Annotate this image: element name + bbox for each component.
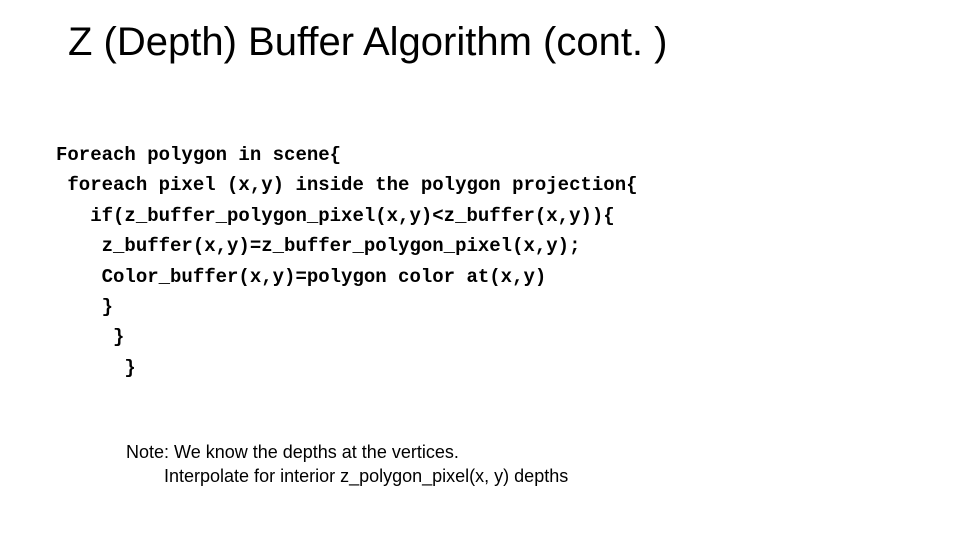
- code-line: if(z_buffer_polygon_pixel(x,y)<z_buffer(…: [56, 205, 615, 227]
- code-line: foreach pixel (x,y) inside the polygon p…: [56, 174, 638, 196]
- code-line: Color_buffer(x,y)=polygon color at(x,y): [56, 266, 546, 288]
- slide: Z (Depth) Buffer Algorithm (cont. ) Fore…: [0, 0, 960, 540]
- slide-title: Z (Depth) Buffer Algorithm (cont. ): [68, 20, 667, 65]
- code-line: }: [56, 296, 113, 318]
- note-line-2: Interpolate for interior z_polygon_pixel…: [126, 464, 568, 488]
- code-line: }: [56, 326, 124, 348]
- note-block: Note: We know the depths at the vertices…: [126, 440, 568, 489]
- code-line: }: [56, 357, 136, 379]
- pseudocode-block: Foreach polygon in scene{ foreach pixel …: [56, 140, 638, 383]
- code-line: Foreach polygon in scene{: [56, 144, 341, 166]
- code-line: z_buffer(x,y)=z_buffer_polygon_pixel(x,y…: [56, 235, 581, 257]
- note-line-1: Note: We know the depths at the vertices…: [126, 442, 459, 462]
